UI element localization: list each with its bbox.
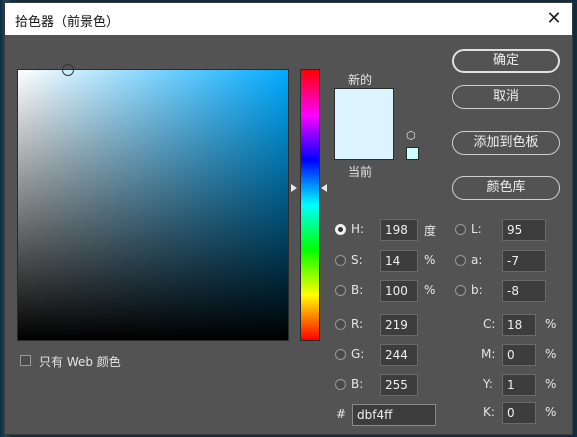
y-input[interactable]: 1 (502, 374, 536, 396)
l-label: L: (471, 222, 482, 236)
s-unit: % (424, 253, 436, 267)
current-color-label: 当前 (348, 165, 373, 179)
color-picker-dialog: 拾色器（前景色） ✕ 新的 当前 ⬡ 确定 取消 添加到色板 颜色库 H: 19… (4, 2, 573, 435)
close-icon[interactable]: ✕ (544, 9, 564, 29)
color-libraries-button[interactable]: 颜色库 (452, 176, 560, 200)
h-input[interactable]: 198 (380, 219, 418, 241)
cancel-button[interactable]: 取消 (452, 85, 560, 109)
r-label: R: (351, 317, 364, 331)
y-label: Y: (483, 377, 493, 391)
r-input[interactable]: 219 (380, 314, 418, 336)
rgb-b-label: B: (351, 377, 364, 391)
h-label: H: (351, 222, 365, 236)
color-field-marker[interactable] (62, 64, 74, 76)
add-to-swatches-button[interactable]: 添加到色板 (452, 131, 560, 155)
m-label: M: (481, 347, 496, 361)
a-input[interactable]: -7 (502, 250, 546, 272)
lab-b-label: b: (471, 283, 483, 297)
b-input[interactable]: 100 (380, 280, 418, 302)
s-label: S: (351, 253, 363, 267)
new-color-label: 新的 (348, 73, 373, 87)
k-label: K: (483, 405, 495, 419)
hue-slider[interactable] (300, 69, 320, 341)
hsb-h-radio[interactable] (335, 224, 346, 235)
web-safe-color-swatch[interactable] (406, 147, 419, 160)
rgb-b-input[interactable]: 255 (380, 374, 418, 396)
lab-b-radio[interactable] (455, 285, 466, 296)
s-input[interactable]: 14 (380, 250, 418, 272)
lab-a-radio[interactable] (455, 255, 466, 266)
m-unit: % (545, 347, 557, 361)
m-input[interactable]: 0 (502, 344, 536, 366)
hex-label: # (336, 407, 347, 421)
rgb-g-radio[interactable] (335, 349, 346, 360)
b-label: B: (351, 283, 364, 297)
title-bar: 拾色器（前景色） ✕ (5, 3, 572, 35)
swatch-frame (334, 88, 394, 160)
hsb-b-radio[interactable] (335, 285, 346, 296)
only-web-colors-checkbox[interactable] (20, 355, 31, 366)
lab-b-input[interactable]: -8 (502, 280, 546, 302)
hue-slider-left-arrow-icon[interactable] (291, 184, 297, 192)
k-input[interactable]: 0 (502, 402, 536, 424)
color-field[interactable] (17, 64, 289, 341)
out-of-web-gamut-cube-icon[interactable]: ⬡ (406, 130, 418, 142)
y-unit: % (545, 377, 557, 391)
g-label: G: (351, 347, 365, 361)
lab-l-radio[interactable] (455, 224, 466, 235)
hex-input[interactable]: dbf4ff (352, 404, 436, 426)
dialog-title: 拾色器（前景色） (15, 15, 120, 30)
hue-slider-right-arrow-icon[interactable] (321, 184, 327, 192)
l-input[interactable]: 95 (502, 219, 546, 241)
c-input[interactable]: 18 (502, 314, 536, 336)
c-label: C: (483, 317, 496, 331)
k-unit: % (545, 405, 557, 419)
only-web-colors-label: 只有 Web 颜色 (39, 355, 121, 369)
rgb-b-radio[interactable] (335, 379, 346, 390)
hsb-s-radio[interactable] (335, 255, 346, 266)
ok-button[interactable]: 确定 (452, 49, 560, 73)
a-label: a: (471, 253, 483, 267)
rgb-r-radio[interactable] (335, 319, 346, 330)
h-unit: 度 (424, 224, 437, 238)
b-unit: % (424, 283, 436, 297)
c-unit: % (545, 317, 557, 331)
g-input[interactable]: 244 (380, 344, 418, 366)
